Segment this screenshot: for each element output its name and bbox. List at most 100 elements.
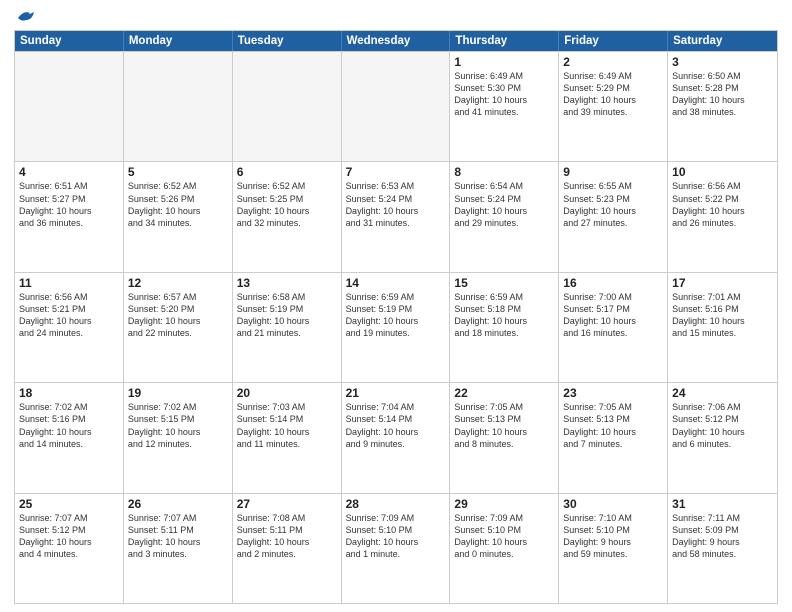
day-info: Sunrise: 7:02 AM Sunset: 5:16 PM Dayligh…	[19, 401, 119, 450]
day-number: 21	[346, 386, 446, 400]
day-info: Sunrise: 7:07 AM Sunset: 5:12 PM Dayligh…	[19, 512, 119, 561]
day-cell: 26Sunrise: 7:07 AM Sunset: 5:11 PM Dayli…	[124, 494, 233, 603]
day-info: Sunrise: 7:09 AM Sunset: 5:10 PM Dayligh…	[346, 512, 446, 561]
day-cell: 9Sunrise: 6:55 AM Sunset: 5:23 PM Daylig…	[559, 162, 668, 271]
day-info: Sunrise: 6:56 AM Sunset: 5:21 PM Dayligh…	[19, 291, 119, 340]
day-number: 12	[128, 276, 228, 290]
day-cell: 12Sunrise: 6:57 AM Sunset: 5:20 PM Dayli…	[124, 273, 233, 382]
day-number: 29	[454, 497, 554, 511]
day-number: 4	[19, 165, 119, 179]
day-cell: 22Sunrise: 7:05 AM Sunset: 5:13 PM Dayli…	[450, 383, 559, 492]
week-row-1: 1Sunrise: 6:49 AM Sunset: 5:30 PM Daylig…	[15, 51, 777, 161]
day-info: Sunrise: 7:02 AM Sunset: 5:15 PM Dayligh…	[128, 401, 228, 450]
day-number: 14	[346, 276, 446, 290]
week-row-2: 4Sunrise: 6:51 AM Sunset: 5:27 PM Daylig…	[15, 161, 777, 271]
day-number: 16	[563, 276, 663, 290]
week-row-3: 11Sunrise: 6:56 AM Sunset: 5:21 PM Dayli…	[15, 272, 777, 382]
day-cell: 15Sunrise: 6:59 AM Sunset: 5:18 PM Dayli…	[450, 273, 559, 382]
day-header-thursday: Thursday	[450, 31, 559, 51]
day-info: Sunrise: 6:52 AM Sunset: 5:26 PM Dayligh…	[128, 180, 228, 229]
day-cell: 5Sunrise: 6:52 AM Sunset: 5:26 PM Daylig…	[124, 162, 233, 271]
day-cell: 18Sunrise: 7:02 AM Sunset: 5:16 PM Dayli…	[15, 383, 124, 492]
day-cell	[15, 52, 124, 161]
day-number: 25	[19, 497, 119, 511]
day-headers: SundayMondayTuesdayWednesdayThursdayFrid…	[15, 31, 777, 51]
day-number: 2	[563, 55, 663, 69]
day-info: Sunrise: 7:07 AM Sunset: 5:11 PM Dayligh…	[128, 512, 228, 561]
day-info: Sunrise: 7:03 AM Sunset: 5:14 PM Dayligh…	[237, 401, 337, 450]
day-number: 22	[454, 386, 554, 400]
day-number: 3	[672, 55, 773, 69]
day-header-wednesday: Wednesday	[342, 31, 451, 51]
day-info: Sunrise: 6:56 AM Sunset: 5:22 PM Dayligh…	[672, 180, 773, 229]
week-row-5: 25Sunrise: 7:07 AM Sunset: 5:12 PM Dayli…	[15, 493, 777, 603]
day-cell: 30Sunrise: 7:10 AM Sunset: 5:10 PM Dayli…	[559, 494, 668, 603]
day-cell	[124, 52, 233, 161]
logo-bird-icon	[16, 8, 38, 24]
day-cell: 31Sunrise: 7:11 AM Sunset: 5:09 PM Dayli…	[668, 494, 777, 603]
day-number: 24	[672, 386, 773, 400]
day-number: 18	[19, 386, 119, 400]
day-number: 26	[128, 497, 228, 511]
day-info: Sunrise: 7:04 AM Sunset: 5:14 PM Dayligh…	[346, 401, 446, 450]
day-info: Sunrise: 6:59 AM Sunset: 5:19 PM Dayligh…	[346, 291, 446, 340]
day-info: Sunrise: 6:59 AM Sunset: 5:18 PM Dayligh…	[454, 291, 554, 340]
day-cell	[342, 52, 451, 161]
calendar: SundayMondayTuesdayWednesdayThursdayFrid…	[14, 30, 778, 604]
day-header-tuesday: Tuesday	[233, 31, 342, 51]
day-cell: 27Sunrise: 7:08 AM Sunset: 5:11 PM Dayli…	[233, 494, 342, 603]
day-cell: 8Sunrise: 6:54 AM Sunset: 5:24 PM Daylig…	[450, 162, 559, 271]
day-info: Sunrise: 6:52 AM Sunset: 5:25 PM Dayligh…	[237, 180, 337, 229]
day-info: Sunrise: 7:00 AM Sunset: 5:17 PM Dayligh…	[563, 291, 663, 340]
day-info: Sunrise: 7:09 AM Sunset: 5:10 PM Dayligh…	[454, 512, 554, 561]
day-cell: 21Sunrise: 7:04 AM Sunset: 5:14 PM Dayli…	[342, 383, 451, 492]
day-number: 30	[563, 497, 663, 511]
day-info: Sunrise: 6:50 AM Sunset: 5:28 PM Dayligh…	[672, 70, 773, 119]
day-number: 5	[128, 165, 228, 179]
day-cell: 24Sunrise: 7:06 AM Sunset: 5:12 PM Dayli…	[668, 383, 777, 492]
day-info: Sunrise: 7:11 AM Sunset: 5:09 PM Dayligh…	[672, 512, 773, 561]
day-number: 20	[237, 386, 337, 400]
day-info: Sunrise: 7:06 AM Sunset: 5:12 PM Dayligh…	[672, 401, 773, 450]
day-cell: 6Sunrise: 6:52 AM Sunset: 5:25 PM Daylig…	[233, 162, 342, 271]
day-number: 19	[128, 386, 228, 400]
day-number: 27	[237, 497, 337, 511]
day-number: 10	[672, 165, 773, 179]
day-number: 11	[19, 276, 119, 290]
day-info: Sunrise: 7:01 AM Sunset: 5:16 PM Dayligh…	[672, 291, 773, 340]
day-header-sunday: Sunday	[15, 31, 124, 51]
day-number: 17	[672, 276, 773, 290]
day-cell: 14Sunrise: 6:59 AM Sunset: 5:19 PM Dayli…	[342, 273, 451, 382]
week-row-4: 18Sunrise: 7:02 AM Sunset: 5:16 PM Dayli…	[15, 382, 777, 492]
day-cell: 19Sunrise: 7:02 AM Sunset: 5:15 PM Dayli…	[124, 383, 233, 492]
day-cell: 17Sunrise: 7:01 AM Sunset: 5:16 PM Dayli…	[668, 273, 777, 382]
logo	[14, 10, 38, 24]
day-number: 15	[454, 276, 554, 290]
day-info: Sunrise: 7:05 AM Sunset: 5:13 PM Dayligh…	[563, 401, 663, 450]
day-info: Sunrise: 6:49 AM Sunset: 5:29 PM Dayligh…	[563, 70, 663, 119]
day-number: 8	[454, 165, 554, 179]
day-info: Sunrise: 6:54 AM Sunset: 5:24 PM Dayligh…	[454, 180, 554, 229]
day-cell: 20Sunrise: 7:03 AM Sunset: 5:14 PM Dayli…	[233, 383, 342, 492]
day-info: Sunrise: 7:08 AM Sunset: 5:11 PM Dayligh…	[237, 512, 337, 561]
day-number: 6	[237, 165, 337, 179]
day-cell: 11Sunrise: 6:56 AM Sunset: 5:21 PM Dayli…	[15, 273, 124, 382]
day-cell	[233, 52, 342, 161]
day-cell: 2Sunrise: 6:49 AM Sunset: 5:29 PM Daylig…	[559, 52, 668, 161]
day-cell: 29Sunrise: 7:09 AM Sunset: 5:10 PM Dayli…	[450, 494, 559, 603]
day-cell: 1Sunrise: 6:49 AM Sunset: 5:30 PM Daylig…	[450, 52, 559, 161]
day-number: 7	[346, 165, 446, 179]
day-info: Sunrise: 7:10 AM Sunset: 5:10 PM Dayligh…	[563, 512, 663, 561]
day-cell: 10Sunrise: 6:56 AM Sunset: 5:22 PM Dayli…	[668, 162, 777, 271]
day-number: 1	[454, 55, 554, 69]
day-info: Sunrise: 6:49 AM Sunset: 5:30 PM Dayligh…	[454, 70, 554, 119]
day-number: 13	[237, 276, 337, 290]
day-number: 31	[672, 497, 773, 511]
day-number: 9	[563, 165, 663, 179]
day-header-monday: Monday	[124, 31, 233, 51]
day-cell: 16Sunrise: 7:00 AM Sunset: 5:17 PM Dayli…	[559, 273, 668, 382]
day-info: Sunrise: 6:51 AM Sunset: 5:27 PM Dayligh…	[19, 180, 119, 229]
day-info: Sunrise: 6:57 AM Sunset: 5:20 PM Dayligh…	[128, 291, 228, 340]
day-cell: 23Sunrise: 7:05 AM Sunset: 5:13 PM Dayli…	[559, 383, 668, 492]
day-number: 28	[346, 497, 446, 511]
